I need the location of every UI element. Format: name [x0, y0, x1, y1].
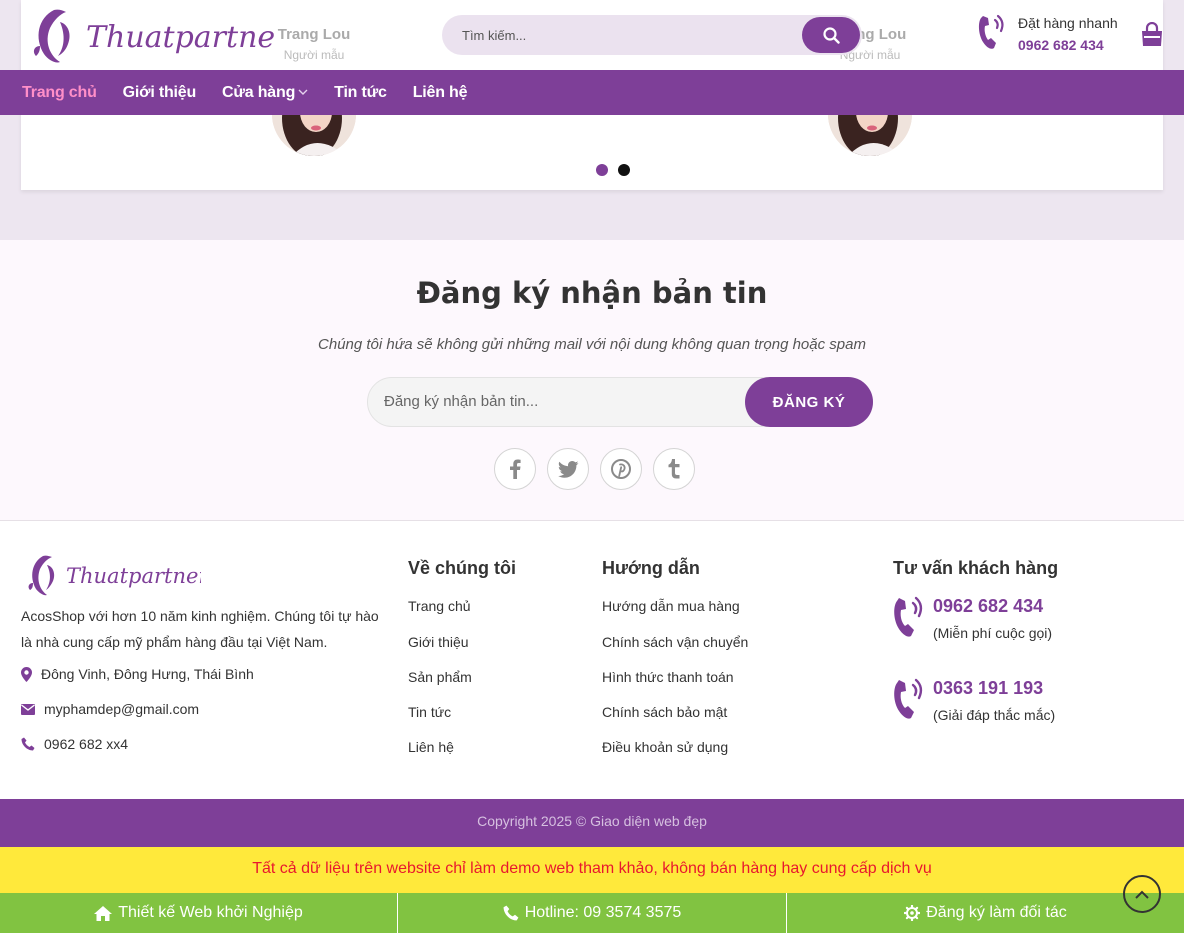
footer-logo-text: Thuatpartner	[66, 564, 201, 588]
newsletter-subtitle: Chúng tôi hứa sẽ không gửi những mail vớ…	[318, 336, 866, 353]
header-hotline[interactable]: Đặt hàng nhanh 0962 682 434	[975, 12, 1125, 58]
nav-item-shop[interactable]: Cửa hàng	[222, 84, 308, 102]
newsletter-section: Đăng ký nhận bản tin Chúng tôi hứa sẽ kh…	[0, 240, 1184, 521]
newsletter-title: Đăng ký nhận bản tin	[416, 276, 768, 310]
footer-email-text[interactable]: myphamdep@gmail.com	[44, 701, 199, 717]
footer-phone-text[interactable]: 0962 682 xx4	[44, 736, 128, 752]
pinterest-link[interactable]	[600, 448, 642, 490]
nav-item-shop-label: Cửa hàng	[222, 83, 296, 101]
nav-item-about[interactable]: Giới thiệu	[123, 84, 197, 102]
phone-ringing-icon	[978, 14, 1004, 49]
demo-notice-bar: Tất cả dữ liệu trên website chỉ làm demo…	[0, 847, 1184, 893]
carousel-dots	[596, 164, 630, 176]
support-phone-note: (Miễn phí cuộc gọi)	[933, 625, 1053, 641]
phone-icon	[21, 737, 35, 751]
footer-support-title: Tư vấn khách hàng	[893, 558, 1059, 578]
search-icon	[822, 26, 840, 44]
footer-phone[interactable]: 0962 682 xx4	[21, 736, 128, 752]
tumblr-icon	[668, 459, 680, 479]
facebook-icon	[510, 459, 521, 479]
newsletter-subscribe-button[interactable]: ĐĂNG KÝ	[745, 377, 873, 427]
hotline-label: Đặt hàng nhanh	[1018, 15, 1118, 31]
nav-item-contact[interactable]: Liên hệ	[413, 84, 468, 102]
site-header: Thuatpartner Đặt hàng nhanh 0962 682 434	[0, 0, 1184, 70]
shopping-bag-icon	[1142, 21, 1162, 46]
footer-link-home[interactable]: Trang chủ	[408, 598, 471, 614]
phone-ringing-icon	[894, 678, 923, 719]
search-input[interactable]	[462, 27, 792, 43]
bottom-bar-hotline[interactable]: Hotline: 09 3574 3575	[398, 893, 787, 933]
carousel-dot[interactable]	[596, 164, 608, 176]
twitter-link[interactable]	[547, 448, 589, 490]
footer-link-privacy[interactable]: Chính sách bảo mật	[602, 704, 727, 720]
bottom-bar-label: Đăng ký làm đối tác	[926, 904, 1067, 921]
back-to-top-button[interactable]	[1123, 875, 1161, 913]
footer-email[interactable]: myphamdep@gmail.com	[21, 701, 199, 717]
bottom-bar-web-design[interactable]: Thiết kế Web khởi Nghiệp	[0, 893, 398, 933]
newsletter-form: ĐĂNG KÝ	[367, 377, 873, 427]
footer-link-about[interactable]: Giới thiệu	[408, 634, 469, 650]
footer-link-payment[interactable]: Hình thức thanh toán	[602, 669, 734, 685]
search-bar	[442, 15, 862, 55]
footer-link-shipping-policy[interactable]: Chính sách vận chuyển	[602, 634, 748, 650]
newsletter-email-input[interactable]	[384, 393, 724, 410]
bottom-bar-label: Hotline: 09 3574 3575	[524, 904, 682, 921]
support-phone-faq[interactable]: 0363 191 193 (Giải đáp thắc mắc)	[890, 678, 1130, 728]
support-phone-number[interactable]: 0962 682 434	[933, 596, 1043, 617]
support-phone-free[interactable]: 0962 682 434 (Miễn phí cuộc gọi)	[890, 596, 1130, 646]
envelope-icon	[21, 703, 35, 715]
phone-ringing-icon	[894, 596, 923, 637]
facebook-link[interactable]	[494, 448, 536, 490]
bottom-bar-label: Thiết kế Web khởi Nghiệp	[118, 904, 303, 921]
gear-icon	[904, 905, 921, 921]
footer-link-terms[interactable]: Điều khoản sử dụng	[602, 739, 728, 755]
twitter-icon	[557, 460, 578, 478]
chevron-up-icon	[1135, 890, 1149, 899]
footer-link-products[interactable]: Sản phẩm	[408, 669, 472, 685]
footer-about: AcosShop với hơn 10 năm kinh nghiệm. Chú…	[21, 608, 379, 650]
footer-logo[interactable]: Thuatpartner	[26, 553, 210, 598]
chevron-down-icon	[298, 89, 308, 95]
home-icon	[94, 905, 113, 921]
support-phone-note: (Giải đáp thắc mắc)	[933, 707, 1056, 723]
nav-item-home[interactable]: Trang chủ	[22, 84, 97, 102]
copyright-bar: Copyright 2025 © Giao diện web đẹp	[0, 799, 1184, 847]
logo-text: Thuatpartner	[86, 20, 275, 55]
sticky-bottom-bar: Thiết kế Web khởi Nghiệp Hotline: 09 357…	[0, 893, 1184, 933]
site-footer: Thuatpartner AcosShop với hơn 10 năm kin…	[0, 521, 1184, 799]
pinterest-icon	[611, 459, 631, 479]
carousel-dot[interactable]	[618, 164, 630, 176]
footer-address-text: Đông Vinh, Đông Hưng, Thái Bình	[41, 666, 254, 682]
hotline-number[interactable]: 0962 682 434	[1018, 37, 1104, 53]
phone-icon	[503, 905, 519, 921]
nav-item-news[interactable]: Tin tức	[334, 84, 387, 102]
map-marker-icon	[21, 666, 32, 682]
cart-button[interactable]	[1140, 21, 1164, 48]
footer-address: Đông Vinh, Đông Hưng, Thái Bình	[21, 666, 254, 682]
footer-about-title: Về chúng tôi	[408, 558, 516, 578]
support-phone-number[interactable]: 0363 191 193	[933, 678, 1043, 699]
social-links	[494, 448, 695, 490]
footer-link-buying-guide[interactable]: Hướng dẫn mua hàng	[602, 598, 740, 614]
footer-link-news[interactable]: Tin tức	[408, 704, 451, 720]
tumblr-link[interactable]	[653, 448, 695, 490]
footer-guide-title: Hướng dẫn	[602, 558, 700, 578]
logo[interactable]: Thuatpartner	[30, 6, 291, 66]
footer-link-contact[interactable]: Liên hệ	[408, 739, 454, 755]
main-nav: Trang chủ Giới thiệu Cửa hàng Tin tức Li…	[0, 70, 1184, 115]
search-button[interactable]	[802, 17, 860, 53]
